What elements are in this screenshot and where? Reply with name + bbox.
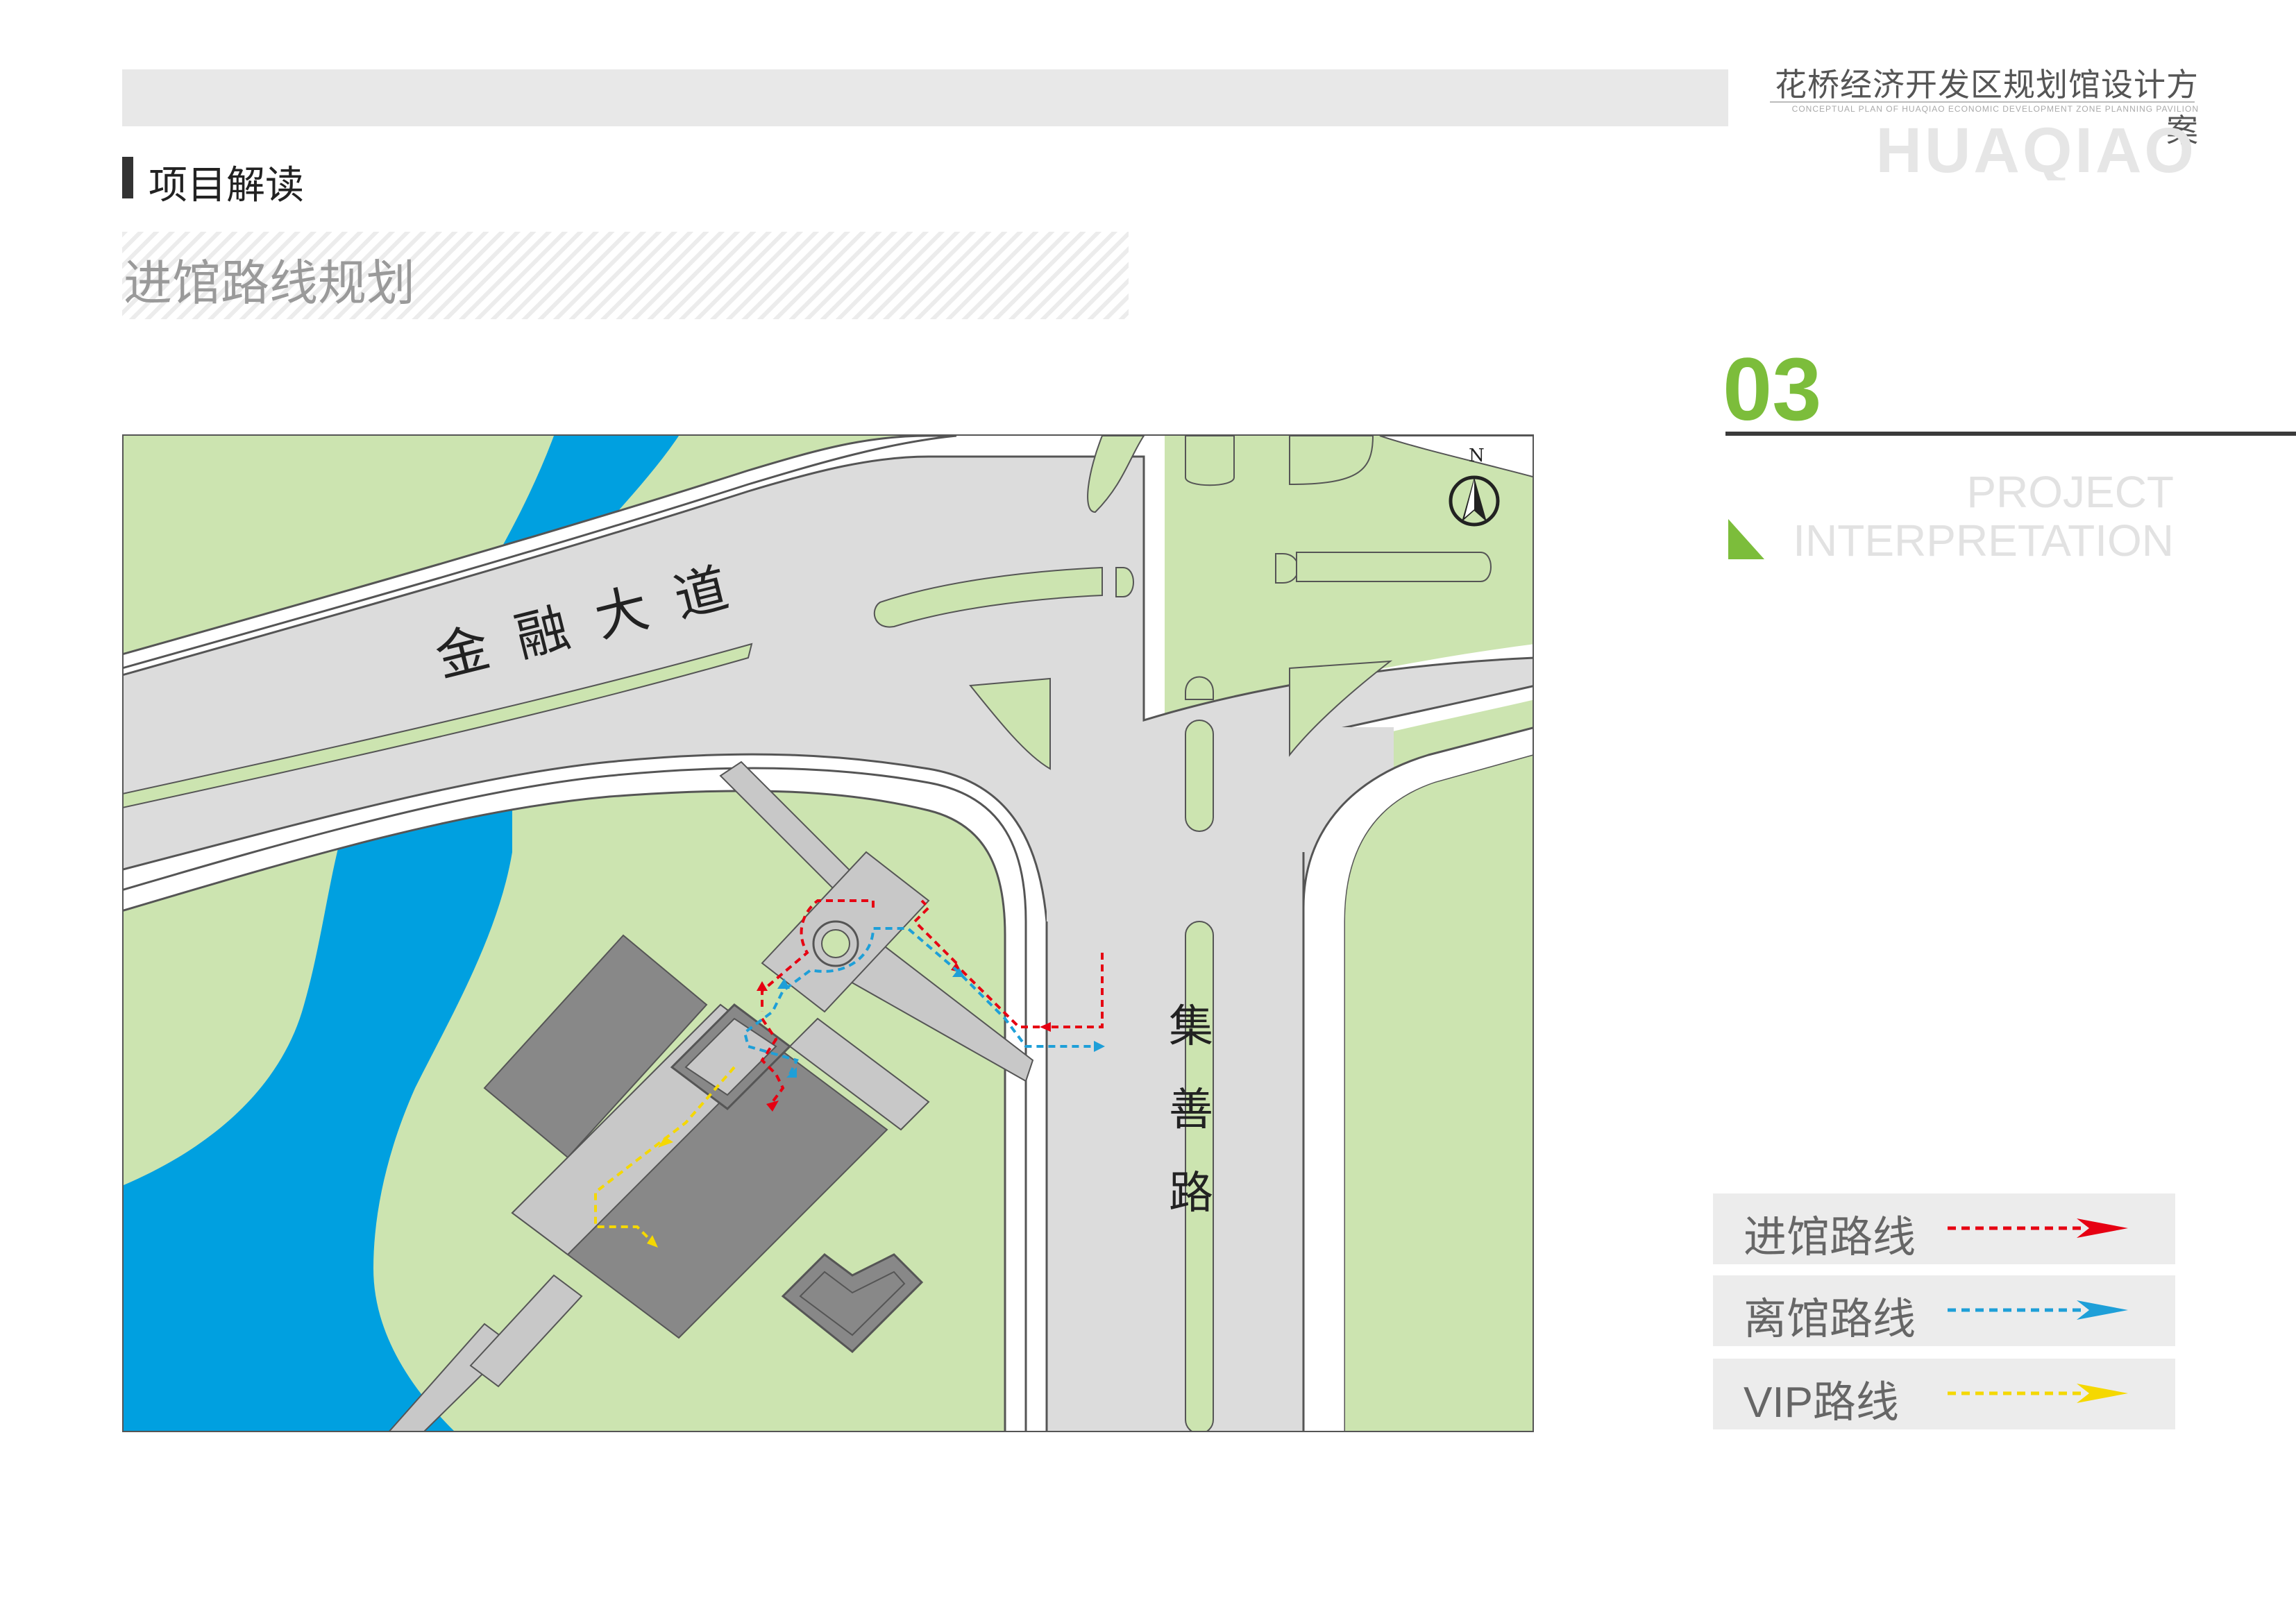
- legend-label-entry: 进馆路线: [1744, 1214, 1916, 1261]
- blue-arrow-icon: [1948, 1300, 2128, 1320]
- chapter-title-line1: PROJECT: [1966, 467, 2174, 517]
- triangle-icon: [1728, 519, 1764, 559]
- page-subtitle: 进馆路线规划: [124, 256, 415, 310]
- chapter-title-line2: INTERPRETATION: [1793, 516, 2174, 566]
- red-arrow-icon: [1948, 1218, 2128, 1238]
- legend-item-vip: VIP路线: [1713, 1359, 2175, 1429]
- north-label: N: [1469, 445, 1485, 466]
- legend-label-vip: VIP路线: [1744, 1379, 1899, 1427]
- chapter-number: 03: [1723, 340, 1822, 439]
- site-map: N 金融大道 集 善 路: [122, 434, 1534, 1432]
- section-marker: [122, 157, 133, 198]
- header-bar: [122, 69, 1728, 126]
- legend-label-exit: 离馆路线: [1744, 1295, 1916, 1343]
- section-title: 项目解读: [149, 163, 304, 207]
- legend-item-entry: 进馆路线: [1713, 1193, 2175, 1264]
- brand-divider: [1770, 101, 2195, 103]
- brand-logo: HUAQIAO: [1876, 118, 2197, 180]
- chapter-divider: [1725, 432, 2296, 436]
- yellow-arrow-icon: [1948, 1384, 2128, 1403]
- legend-item-exit: 离馆路线: [1713, 1275, 2175, 1346]
- road-label-jishan-3: 路: [1169, 1168, 1213, 1219]
- road-label-jishan-1: 集: [1169, 1001, 1213, 1053]
- svg-text:HUAQIAO: HUAQIAO: [1876, 118, 2197, 180]
- site-map-drawing: [124, 436, 1533, 1431]
- road-label-jishan-2: 善: [1169, 1085, 1213, 1136]
- brand-subtitle: CONCEPTUAL PLAN OF HUAQIAO ECONOMIC DEVE…: [1791, 104, 2199, 114]
